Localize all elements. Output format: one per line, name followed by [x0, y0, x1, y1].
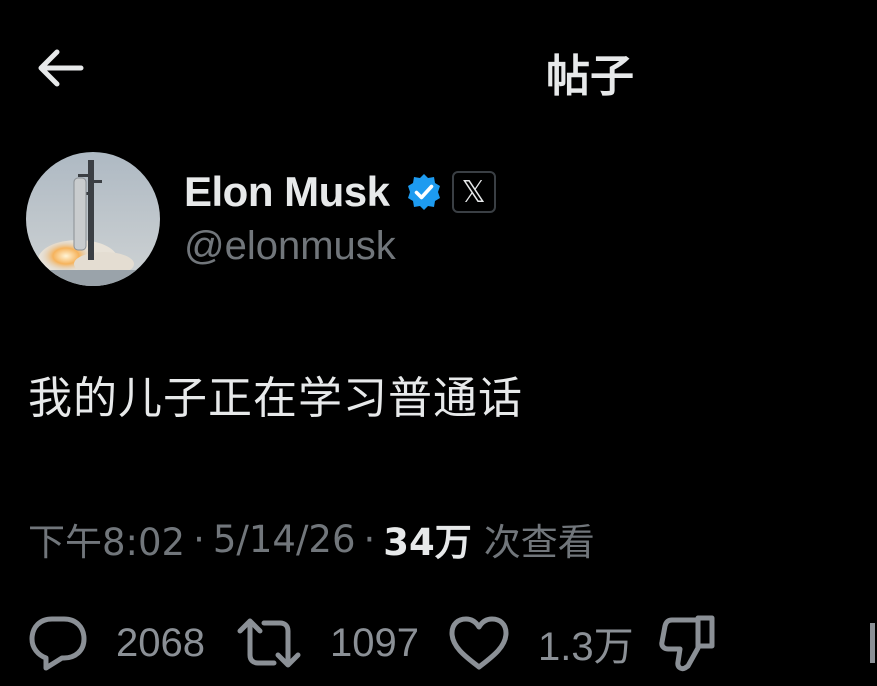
verified-badge-icon[interactable]	[404, 172, 444, 212]
reply-count: 2068	[116, 620, 205, 665]
tweet-date[interactable]: 5/14/26	[213, 518, 356, 561]
thumbs-down-icon	[659, 615, 715, 672]
reply-bubble-icon	[29, 616, 87, 671]
author-display-name[interactable]: Elon Musk	[184, 168, 390, 216]
reply-button[interactable]: 2068	[26, 608, 205, 678]
meta-separator: ·	[193, 517, 205, 561]
x-affiliate-badge[interactable]: 𝕏	[451, 171, 496, 213]
meta-separator: ·	[363, 517, 376, 561]
share-icon	[870, 623, 875, 663]
like-count: 1.3万	[538, 625, 634, 669]
tweet-time[interactable]: 下午8:02	[28, 512, 185, 566]
tweet-text: 我的儿子正在学习普通话	[28, 373, 523, 424]
action-bar: 2068 1097 1.3万	[26, 608, 876, 678]
like-button[interactable]: 1.3万	[446, 608, 634, 678]
back-button[interactable]	[28, 40, 92, 96]
retweet-count: 1097	[330, 620, 419, 665]
retweet-icon	[237, 618, 301, 668]
arrow-left-icon	[38, 49, 84, 87]
retweet-button[interactable]: 1097	[234, 608, 419, 678]
author-handle[interactable]: @elonmusk	[184, 224, 396, 269]
tweet-meta: 下午8:02 · 5/14/26 · 34万 次查看	[28, 512, 595, 566]
share-button[interactable]	[868, 608, 877, 678]
author-name-row: Elon Musk 𝕏	[184, 162, 496, 222]
avatar-rocket-image	[26, 152, 160, 286]
views-count[interactable]: 34万	[383, 512, 472, 566]
heart-icon	[449, 616, 509, 670]
dislike-button[interactable]	[658, 608, 720, 678]
avatar[interactable]	[26, 152, 160, 286]
top-bar: 帖子	[0, 0, 877, 130]
views-label: 次查看	[483, 521, 595, 564]
page-title: 帖子	[546, 51, 634, 102]
